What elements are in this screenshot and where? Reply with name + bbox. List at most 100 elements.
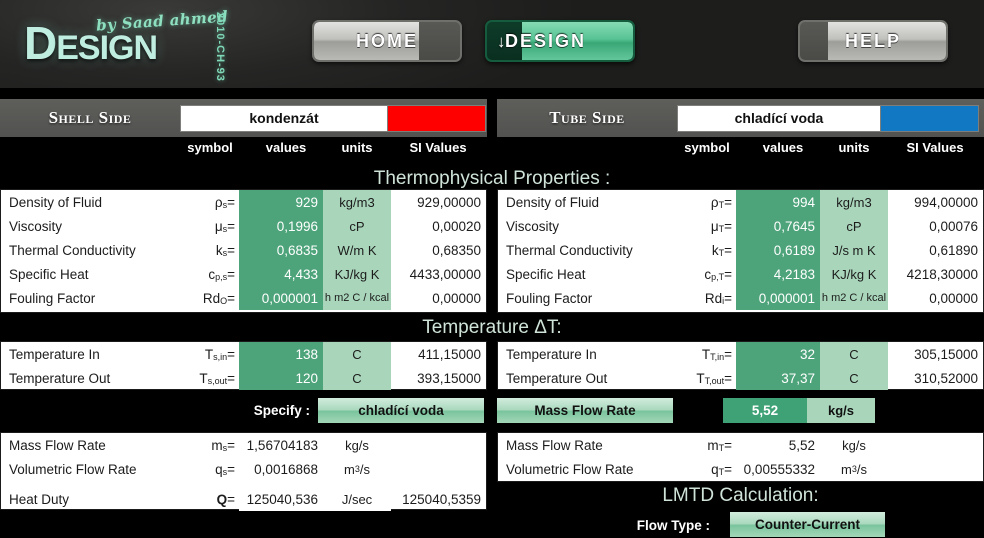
row-symbol: ms =	[211, 437, 235, 454]
row-label: Density of Fluid	[506, 194, 600, 210]
row-value[interactable]: 0,000001	[736, 286, 820, 310]
row-symbol: μT =	[710, 218, 732, 235]
row-value[interactable]: 929	[239, 190, 323, 214]
row-si-value: 0,00000	[432, 290, 481, 306]
row-si-value: 4433,00000	[409, 266, 481, 282]
row-si-value: 0,00076	[929, 218, 978, 234]
specify-fluid-button[interactable]: chladící voda	[318, 398, 484, 423]
nav-button-home-label: HOME	[356, 30, 418, 51]
row-si-value: 4218,30000	[906, 266, 978, 282]
row-label: Specific Heat	[9, 266, 89, 282]
nav-button-home[interactable]: HOME	[312, 20, 462, 62]
nav-button-design-label: DESIGN	[505, 30, 587, 51]
design-worksheet-window: by Saad ahmed DESIGN 2010-CH-93 HOME ↓ D…	[0, 0, 984, 538]
shell-col-units: units	[341, 140, 373, 155]
row-label: Viscosity	[9, 218, 63, 234]
row-value[interactable]: 0,000001	[239, 286, 323, 310]
row-value[interactable]: 0,7645	[736, 214, 820, 238]
row-symbol: qT =	[711, 461, 732, 478]
row-symbol: ks =	[215, 242, 235, 259]
row-label: Specific Heat	[506, 266, 586, 282]
tube-col-values: values	[762, 140, 804, 155]
app-banner: by Saad ahmed DESIGN 2010-CH-93 HOME ↓ D…	[0, 0, 984, 88]
tube-fluid-name[interactable]: chladící voda	[678, 105, 880, 131]
row-value[interactable]: 4,2183	[736, 262, 820, 286]
row-units: J/s m K	[820, 238, 888, 262]
table-row: Volumetric Flow Rate q T = 0,00555332 m 3/s	[498, 457, 983, 481]
row-symbol: c p,s =	[208, 266, 235, 283]
row-symbol: qs =	[215, 461, 235, 478]
table-row: Fouling Factor Rd O = 0,000001 h m2 C / kcal…	[1, 286, 486, 310]
tube-fluid-color-swatch	[880, 105, 978, 131]
shell-temperature-table: Temperature In Ts,in = 138 C 411,15000 Temper…	[0, 341, 487, 390]
shell-flow-table: Mass Flow Rate m s = 1,56704183 kg/s Volumetr…	[0, 432, 487, 511]
table-row: Specific Heat c p,s = 4,433 KJ/kg K 4433,0000…	[1, 262, 486, 286]
row-si-value: 0,61890	[929, 242, 978, 258]
row-symbol: c p,T =	[704, 266, 732, 283]
row-value: 5,52	[736, 433, 820, 457]
mass-flow-rate-input[interactable]: 5,52	[723, 398, 807, 423]
row-label: Temperature In	[9, 346, 100, 362]
tube-temperature-table: Temperature In T T,in = 32 C 305,15000 Tempera…	[497, 341, 984, 390]
row-label: Thermal Conductivity	[506, 242, 633, 258]
row-value[interactable]: 0,6189	[736, 238, 820, 262]
flow-type-label: Flow Type :	[636, 517, 710, 533]
shell-fluid-selector[interactable]: kondenzát	[180, 104, 486, 132]
table-row: Heat Duty Q = 125040,536 J/sec 125040,5359	[1, 487, 486, 511]
row-si-value: 411,15000	[418, 346, 481, 362]
row-units: C	[820, 342, 888, 366]
row-si-value: 125040,5359	[402, 491, 481, 507]
row-symbol: T T,in =	[701, 346, 732, 363]
row-units: KJ/kg K	[820, 262, 888, 286]
row-value[interactable]: 994	[736, 190, 820, 214]
row-value[interactable]: 0,1996	[239, 214, 323, 238]
tube-column-headers: symbol values units SI Values	[497, 140, 984, 162]
row-value[interactable]: 32	[736, 342, 820, 366]
row-symbol: Ts,in =	[204, 346, 235, 363]
row-si-value: 305,15000	[914, 346, 978, 362]
row-value[interactable]: 37,37	[736, 366, 820, 390]
row-units: m 3/s	[820, 457, 888, 481]
table-row: Fouling Factor Rd i = 0,000001 h m2 C / kcal…	[498, 286, 983, 310]
specify-label: Specify :	[253, 403, 310, 418]
row-si-value	[391, 433, 485, 457]
row-si-value: 310,52000	[914, 370, 978, 386]
row-value[interactable]: 0,6835	[239, 238, 323, 262]
mass-flow-rate-mode-button[interactable]: Mass Flow Rate	[497, 398, 673, 423]
logo-wordmark: DESIGN	[24, 20, 158, 67]
row-value[interactable]: 138	[239, 342, 323, 366]
row-units: cP	[323, 214, 391, 238]
table-row: Viscosity μ T = 0,7645 cP 0,00076	[498, 214, 983, 238]
section-title-lmtd: LMTD Calculation:	[662, 485, 819, 506]
row-units: C	[323, 366, 391, 390]
row-value: 1,56704183	[239, 433, 323, 457]
table-row: Mass Flow Rate m s = 1,56704183 kg/s	[1, 433, 486, 457]
table-row: Temperature In Ts,in = 138 C 411,15000	[1, 342, 486, 366]
row-units: C	[820, 366, 888, 390]
row-value: 125040,536	[239, 487, 323, 511]
row-value[interactable]: 120	[239, 366, 323, 390]
logo-wordmark-rest: ESIGN	[56, 29, 158, 67]
row-value: 0,0016868	[239, 457, 323, 481]
table-row: Thermal Conductivity k s = 0,6835 W/m K 0,683…	[1, 238, 486, 262]
row-value[interactable]: 4,433	[239, 262, 323, 286]
row-value: 0,00555332	[736, 457, 820, 481]
tube-fluid-selector[interactable]: chladící voda	[677, 104, 979, 132]
row-symbol: Q =	[216, 491, 235, 507]
row-si-value	[888, 457, 982, 481]
row-si-value: 0,68350	[432, 242, 481, 258]
nav-button-help[interactable]: HELP	[798, 20, 948, 62]
logo-roll-number: 2010-CH-93	[214, 12, 226, 82]
row-symbol: kT =	[711, 242, 732, 259]
row-label: Temperature In	[506, 346, 597, 362]
nav-button-help-label: HELP	[844, 30, 901, 51]
row-units: KJ/kg K	[323, 262, 391, 286]
shell-fluid-color-swatch	[387, 105, 485, 131]
row-label: Mass Flow Rate	[506, 437, 603, 453]
row-units: h m2 C / kcal	[820, 286, 888, 310]
nav-button-design[interactable]: ↓ DESIGN	[485, 20, 635, 62]
table-row: Density of Fluid ρ T = 994 kg/m3 994,00000	[498, 190, 983, 214]
shell-fluid-name[interactable]: kondenzát	[181, 105, 387, 131]
flow-type-button[interactable]: Counter-Current	[730, 512, 885, 537]
row-si-value: 994,00000	[914, 194, 978, 210]
